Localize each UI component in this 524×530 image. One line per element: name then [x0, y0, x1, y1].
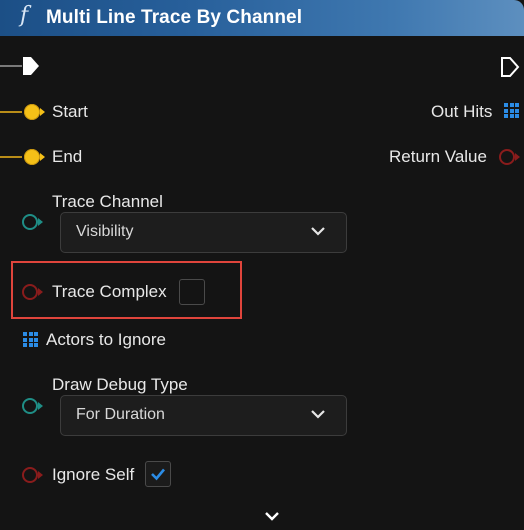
checkmark-icon	[151, 468, 165, 481]
exec-input-wire	[0, 65, 22, 67]
trace-channel-pin-arrow-icon	[38, 218, 43, 226]
return-value-pin-arrow-icon	[515, 153, 520, 161]
ignore-self-pin-icon[interactable]	[22, 467, 38, 483]
actors-to-ignore-pin-label: Actors to Ignore	[46, 330, 167, 349]
out-hits-pin-label: Out Hits	[431, 102, 493, 121]
trace-complex-pin-icon[interactable]	[22, 284, 38, 300]
out-hits-array-pin-icon[interactable]	[504, 103, 519, 118]
trace-channel-dropdown[interactable]: Visibility	[60, 212, 347, 253]
blueprint-node[interactable]: f Multi Line Trace By Channel Start Out …	[0, 0, 524, 530]
chevron-down-icon	[310, 224, 326, 243]
exec-output-pin-icon[interactable]	[500, 56, 520, 83]
end-wire	[0, 156, 22, 158]
draw-debug-type-pin-label: Draw Debug Type	[52, 375, 188, 394]
end-pin-label: End	[52, 147, 83, 166]
end-pin-icon[interactable]	[24, 149, 40, 165]
ignore-self-pin-label: Ignore Self	[52, 465, 135, 484]
return-value-pin-label: Return Value	[389, 147, 487, 166]
trace-complex-pin-arrow-icon	[38, 288, 43, 296]
return-value-pin-icon[interactable]	[499, 149, 515, 165]
trace-channel-pin-icon[interactable]	[22, 214, 38, 230]
start-pin-arrow-icon	[40, 108, 45, 116]
expand-advanced-chevron-icon[interactable]	[263, 510, 281, 529]
trace-complex-checkbox[interactable]	[179, 279, 205, 305]
node-header[interactable]: f Multi Line Trace By Channel	[0, 0, 524, 36]
trace-complex-pin-label: Trace Complex	[52, 282, 167, 301]
function-icon: f	[20, 3, 29, 28]
ignore-self-pin-arrow-icon	[38, 471, 43, 479]
actors-to-ignore-array-pin-icon[interactable]	[23, 332, 38, 347]
draw-debug-type-dropdown[interactable]: For Duration	[60, 395, 347, 436]
end-pin-arrow-icon	[40, 153, 45, 161]
trace-channel-pin-label: Trace Channel	[52, 192, 163, 211]
chevron-down-icon	[310, 407, 326, 426]
node-title: Multi Line Trace By Channel	[46, 7, 303, 28]
start-pin-label: Start	[52, 102, 88, 121]
draw-debug-type-selected-value: For Duration	[76, 406, 165, 423]
start-pin-icon[interactable]	[24, 104, 40, 120]
ignore-self-checkbox[interactable]	[145, 461, 171, 487]
start-wire	[0, 111, 22, 113]
exec-input-pin-icon[interactable]	[22, 56, 40, 81]
trace-channel-selected-value: Visibility	[76, 223, 134, 240]
draw-debug-type-pin-arrow-icon	[38, 402, 43, 410]
draw-debug-type-pin-icon[interactable]	[22, 398, 38, 414]
